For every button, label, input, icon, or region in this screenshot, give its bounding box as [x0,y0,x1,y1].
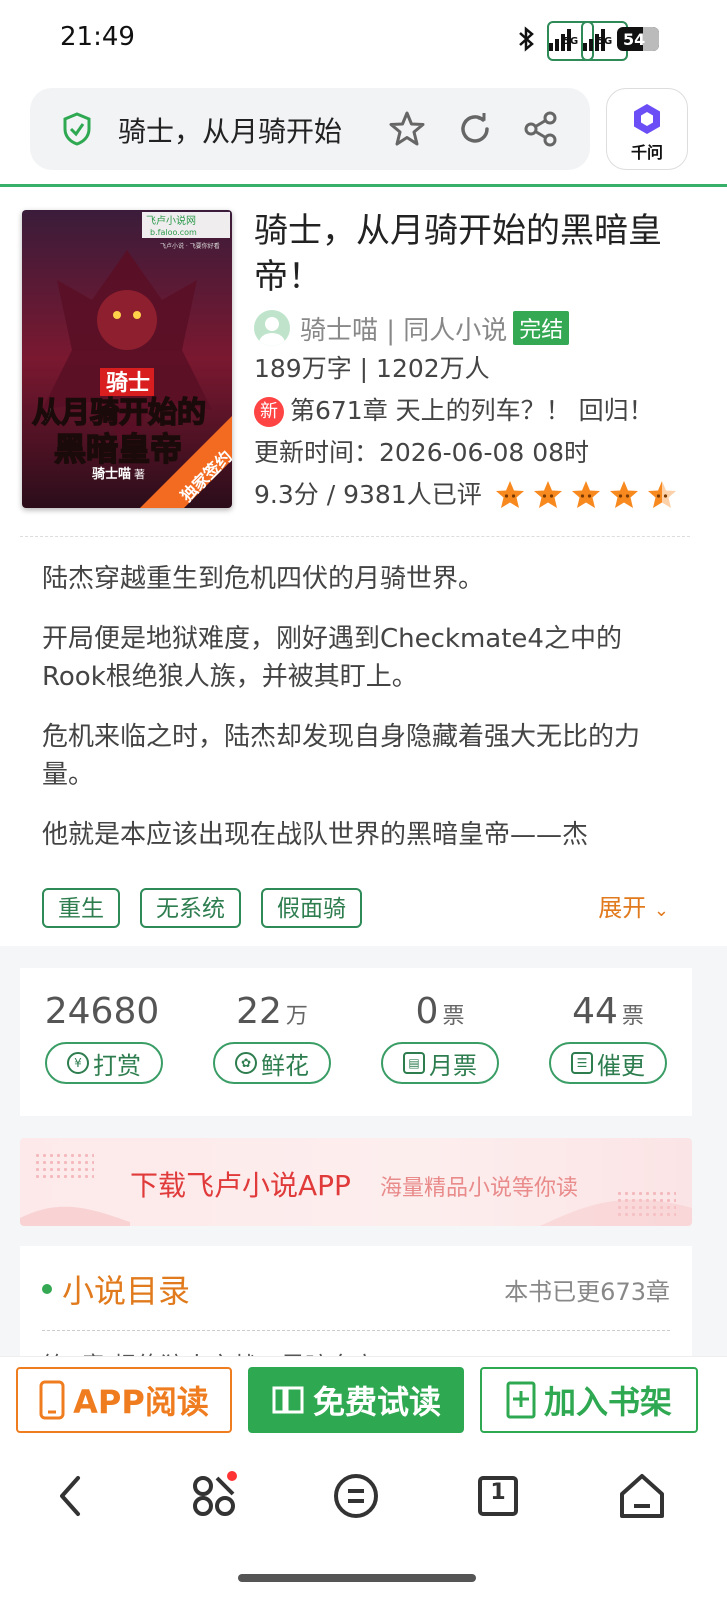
page-load-line [0,184,727,187]
divider [20,536,690,537]
catalog-title: 小说目录 [62,1272,191,1310]
cover-site-text: 飞卢小说网 [146,214,196,227]
section-dot [42,1284,52,1294]
apps-icon[interactable] [184,1466,244,1526]
desc-paragraph: 开局便是地狱难度，刚好遇到Checkmate4之中的Rook根绝狼人族，并被其盯… [42,624,622,692]
banner-wave-decor [20,1199,692,1226]
tab-count: 1 [490,1480,506,1505]
add-to-shelf-button[interactable]: 加入书架 [480,1367,698,1433]
url-bar[interactable]: 骑士，从月骑开始 [30,88,590,170]
cover-word2: 从月骑开始的 [32,395,206,429]
star-icon [609,481,638,508]
desc-paragraph: 陆杰穿越重生到危机四伏的月骑世界。 [42,564,485,594]
tag-list: 重生 无系统 假面骑 [42,888,362,928]
tag-no-system[interactable]: 无系统 [140,888,241,928]
flower-icon: ✿ [235,1052,257,1074]
download-app-banner[interactable]: 下载飞卢小说APP 海量精品小说等你读 [20,1138,692,1226]
monthly-ticket-button[interactable]: ▤ 月票 [381,1042,499,1084]
chevron-down-icon: ⌄ [653,900,669,921]
cover-word1: 骑士 [106,371,150,396]
cover-author-suffix: 著 [134,467,145,481]
book-cover-image[interactable]: 飞卢小说网 b.faloo.com 飞卢小说 · 飞要你好看 骑士 从月骑开始的… [22,210,232,508]
author-row[interactable]: 骑士喵 | 同人小说 完结 [254,308,704,348]
qianwen-assistant-button[interactable]: 千问 [606,88,688,170]
ticket-icon: ▤ [403,1052,425,1074]
status-badge: 完结 [513,311,570,345]
update-time: 更新时间：2026-06-08 08时 [254,438,590,467]
rating-row: 9.3分 / 9381人已评 [254,474,704,516]
home-icon[interactable] [612,1466,672,1526]
phone-icon [39,1380,65,1420]
catalog-count[interactable]: 本书已更673章 [504,1272,670,1307]
catalog-card: 小说目录 本书已更673章 第1章 根绝狼人之战！黑暗皇帝！ [20,1246,692,1366]
star-icon [495,481,524,508]
stat-value: 44 [572,991,618,1032]
flower-button[interactable]: ✿ 鲜花 [213,1042,331,1084]
qianwen-label: 千问 [630,143,663,162]
refresh-icon[interactable] [456,110,494,148]
book-description: 陆杰穿越重生到危机四伏的月骑世界。 开局便是地狱难度，刚好遇到Checkmate… [42,560,682,868]
tabs-button[interactable]: 1 [468,1466,528,1526]
book-open-icon [272,1386,304,1414]
urge-ticket-icon: ☰ [571,1052,593,1074]
cover-slogan: 飞卢小说 · 飞要你好看 [160,242,220,250]
status-icons: 5G 5G 54 [515,21,659,61]
author-name[interactable]: 骑士喵 | 同人小说 [300,310,507,347]
stat-value: 24680 [44,991,160,1032]
cover-word3: 黑暗皇帝 [54,430,182,468]
divider [42,1330,670,1331]
signal-1-icon: 5G [547,21,595,61]
star-bookmark-icon[interactable] [388,110,426,148]
url-text[interactable]: 骑士，从月骑开始 [118,110,368,150]
share-icon[interactable] [522,110,560,148]
signal-2-icon: 5G [581,21,629,61]
qianwen-logo-icon [634,104,660,134]
tag-rebirth[interactable]: 重生 [42,888,120,928]
home-indicator[interactable] [238,1574,476,1582]
bluetooth-icon [519,26,534,52]
banner-dots-decor [34,1152,94,1180]
star-icon [571,481,600,508]
status-time: 21:49 [60,22,135,52]
expand-button[interactable]: 展开 ⌄ [598,888,669,923]
free-read-button[interactable]: 免费试读 [248,1367,464,1433]
banner-subtitle: 海量精品小说等你读 [380,1176,579,1201]
app-read-button[interactable]: APP阅读 [16,1367,232,1433]
stat-reward: 24680 ¥ 打赏 [29,968,179,1116]
star-icon [533,481,562,508]
shield-check-icon [63,112,91,146]
stat-monthly-ticket: 0票 ▤ 月票 [365,968,515,1116]
latest-chapter[interactable]: 第671章 天上的列车？！ 回归！ [290,396,654,425]
star-icon [647,481,676,508]
banner-title: 下载飞卢小说APP [130,1169,351,1202]
new-badge: 新 [254,397,284,427]
urge-update-button[interactable]: ☰ 催更 [549,1042,667,1084]
battery-icon: 54 [617,27,659,51]
rating-text: 9.3分 / 9381人已评 [254,480,482,509]
reward-button[interactable]: ¥ 打赏 [45,1042,163,1084]
cover-site-url: b.faloo.com [150,228,197,237]
status-bar: 21:49 5G 5G 54 [0,0,727,80]
author-avatar[interactable] [254,310,290,346]
menu-icon[interactable] [326,1466,386,1526]
latest-chapter-row[interactable]: 新第671章 天上的列车？！ 回归！ [254,390,704,432]
back-icon[interactable] [40,1466,100,1526]
desc-paragraph: 危机来临之时，陆杰却发现自身隐藏着强大无比的力量。 [42,722,641,790]
cover-author: 骑士喵 [92,466,131,482]
yen-icon: ¥ [67,1052,89,1074]
add-book-icon [506,1381,536,1419]
stat-value: 22 [236,991,282,1032]
tag-kamen-rider[interactable]: 假面骑 [261,888,362,928]
desc-paragraph: 他就是本应该出现在战队世界的黑暗皇帝——杰 [42,820,589,850]
book-title: 骑士，从月骑开始的黑暗皇帝！ [254,211,662,297]
stat-urge-update: 44 票 ☰ 催更 [533,968,683,1116]
rating-stars [494,479,678,511]
stat-value: 0 [415,991,439,1032]
book-info: 骑士，从月骑开始的黑暗皇帝！ 骑士喵 | 同人小说 完结 189万字 | 120… [254,208,704,516]
book-word-count: 189万字 | 1202万人 [254,354,490,383]
support-stats-card: 24680 ¥ 打赏 22 万 ✿ 鲜花 0票 ▤ 月票 44 票 ☰ 催更 [20,968,692,1116]
stat-flower: 22 万 ✿ 鲜花 [197,968,347,1116]
bottom-action-bar: APP阅读 免费试读 加入书架 [0,1356,727,1442]
